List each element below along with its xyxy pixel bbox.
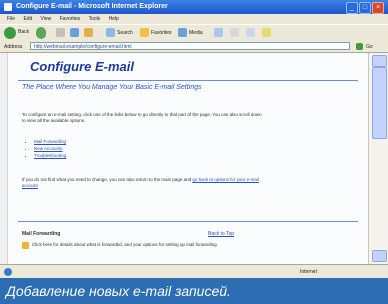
close-button[interactable]: × bbox=[372, 2, 384, 14]
page-status-icon bbox=[4, 268, 12, 276]
address-label: Address bbox=[4, 44, 23, 50]
home-icon[interactable] bbox=[84, 28, 93, 37]
section-links: Mail Forwarding New Accounts Troubleshoo… bbox=[28, 138, 66, 159]
scroll-up-icon[interactable] bbox=[372, 55, 387, 67]
forward-button[interactable] bbox=[36, 27, 46, 39]
page-subtitle: The Place Where You Manage Your Basic E-… bbox=[22, 84, 202, 91]
menu-help[interactable]: Help bbox=[109, 16, 119, 22]
link-new-accounts[interactable]: New Accounts bbox=[34, 145, 66, 152]
favorites-label: Favorites bbox=[151, 30, 172, 36]
search-label: Search bbox=[117, 30, 133, 36]
print-icon[interactable] bbox=[246, 28, 255, 37]
menu-bar: File Edit View Favorites Tools Help bbox=[0, 14, 388, 24]
warning-icon bbox=[22, 242, 29, 249]
menu-file[interactable]: File bbox=[7, 16, 15, 22]
scroll-thumb[interactable] bbox=[372, 67, 387, 139]
left-panel-edge bbox=[0, 53, 8, 264]
menu-view[interactable]: View bbox=[40, 16, 51, 22]
return-text: If you do not find what you need to chan… bbox=[22, 177, 262, 189]
page-content: Configure E-mail The Place Where You Man… bbox=[8, 53, 368, 264]
menu-edit[interactable]: Edit bbox=[23, 16, 32, 22]
ie-icon bbox=[4, 3, 12, 11]
toolbar: Back Search Favorites Media bbox=[0, 24, 388, 42]
title-bar: Configure E-mail - Microsoft Internet Ex… bbox=[0, 0, 388, 14]
return-text-body: If you do not find what you need to chan… bbox=[22, 177, 192, 182]
minimize-button[interactable]: _ bbox=[346, 2, 358, 14]
stop-icon[interactable] bbox=[56, 28, 65, 37]
address-bar: Address http://webmail.example/configure… bbox=[0, 41, 388, 53]
media-icon[interactable] bbox=[178, 28, 187, 37]
address-input[interactable]: http://webmail.example/configure-email.h… bbox=[30, 42, 350, 50]
intro-text: To configure an e-mail setting, click on… bbox=[22, 112, 262, 123]
caption: Добавление новых e-mail записей. bbox=[0, 278, 388, 304]
history-icon[interactable] bbox=[214, 28, 223, 37]
menu-favorites[interactable]: Favorites bbox=[60, 16, 81, 22]
back-label: Back bbox=[18, 29, 30, 35]
menu-tools[interactable]: Tools bbox=[89, 16, 101, 22]
link-mail-forwarding[interactable]: Mail Forwarding bbox=[34, 138, 66, 145]
refresh-icon[interactable] bbox=[70, 28, 79, 37]
link-troubleshooting[interactable]: Troubleshooting bbox=[34, 152, 66, 159]
mail-icon[interactable] bbox=[230, 28, 239, 37]
scroll-down-icon[interactable] bbox=[372, 250, 387, 262]
page-title: Configure E-mail bbox=[30, 59, 135, 74]
media-label: Media bbox=[189, 30, 203, 36]
favorites-icon[interactable] bbox=[140, 28, 149, 37]
window-title: Configure E-mail - Microsoft Internet Ex… bbox=[16, 3, 168, 10]
back-button[interactable] bbox=[4, 27, 16, 39]
maximize-button[interactable]: □ bbox=[359, 2, 371, 14]
search-icon[interactable] bbox=[106, 28, 115, 37]
zone-label: Internet bbox=[300, 269, 317, 275]
go-label[interactable]: Go bbox=[366, 44, 373, 50]
browser-window: Configure E-mail - Microsoft Internet Ex… bbox=[0, 0, 388, 278]
back-to-top-link[interactable]: Back to Top bbox=[208, 231, 234, 237]
status-bar: Internet bbox=[0, 264, 388, 278]
section-divider bbox=[18, 221, 358, 222]
warning-text: Click here for details about what is for… bbox=[32, 242, 218, 247]
title-divider bbox=[18, 80, 358, 81]
edit-icon[interactable] bbox=[262, 28, 271, 37]
go-icon[interactable] bbox=[356, 43, 363, 50]
vertical-scrollbar[interactable] bbox=[368, 53, 388, 264]
section-heading: Mail Forwarding bbox=[22, 231, 61, 237]
